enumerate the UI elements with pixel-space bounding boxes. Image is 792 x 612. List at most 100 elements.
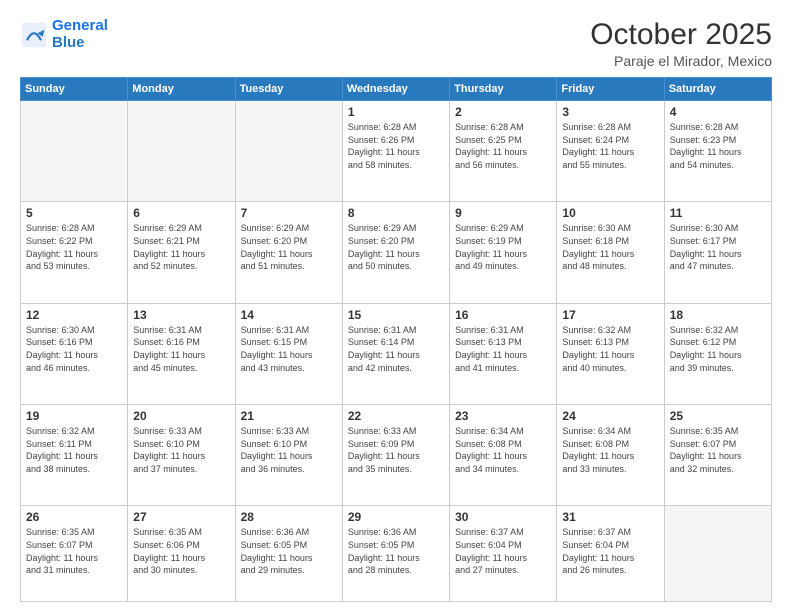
day-number: 31 bbox=[562, 510, 658, 524]
day-info: Sunrise: 6:29 AM Sunset: 6:20 PM Dayligh… bbox=[241, 222, 337, 272]
table-row: 21 Sunrise: 6:33 AM Sunset: 6:10 PM Dayli… bbox=[235, 405, 342, 506]
day-number: 28 bbox=[241, 510, 337, 524]
table-row: 23 Sunrise: 6:34 AM Sunset: 6:08 PM Dayli… bbox=[450, 405, 557, 506]
calendar-week-row: 26 Sunrise: 6:35 AM Sunset: 6:07 PM Dayli… bbox=[21, 506, 772, 602]
day-number: 10 bbox=[562, 206, 658, 220]
day-info: Sunrise: 6:28 AM Sunset: 6:25 PM Dayligh… bbox=[455, 121, 551, 171]
day-number: 21 bbox=[241, 409, 337, 423]
title-block: October 2025 Paraje el Mirador, Mexico bbox=[590, 18, 772, 69]
calendar-header-row: Sunday Monday Tuesday Wednesday Thursday… bbox=[21, 78, 772, 101]
day-number: 8 bbox=[348, 206, 444, 220]
day-number: 23 bbox=[455, 409, 551, 423]
day-info: Sunrise: 6:31 AM Sunset: 6:13 PM Dayligh… bbox=[455, 324, 551, 374]
table-row bbox=[235, 101, 342, 202]
table-row: 20Sunrise: 6:33 AM Sunset: 6:10 PM Dayli… bbox=[128, 405, 235, 506]
day-number: 3 bbox=[562, 105, 658, 119]
table-row: 22Sunrise: 6:33 AM Sunset: 6:09 PM Dayli… bbox=[342, 405, 449, 506]
header: General Blue October 2025 Paraje el Mira… bbox=[20, 18, 772, 69]
calendar-week-row: 19 Sunrise: 6:32 AM Sunset: 6:11 PM Dayli… bbox=[21, 405, 772, 506]
day-number: 22 bbox=[348, 409, 444, 423]
day-number: 16 bbox=[455, 308, 551, 322]
logo-text: General Blue bbox=[52, 18, 108, 51]
day-number: 20 bbox=[133, 409, 229, 423]
calendar-week-row: 5Sunrise: 6:28 AM Sunset: 6:22 PM Daylig… bbox=[21, 202, 772, 303]
day-number: 9 bbox=[455, 206, 551, 220]
table-row: 13 Sunrise: 6:31 AM Sunset: 6:16 PM Dayli… bbox=[128, 303, 235, 404]
location-subtitle: Paraje el Mirador, Mexico bbox=[590, 53, 772, 69]
day-number: 13 bbox=[133, 308, 229, 322]
day-info: Sunrise: 6:28 AM Sunset: 6:24 PM Dayligh… bbox=[562, 121, 658, 171]
day-info: Sunrise: 6:32 AM Sunset: 6:13 PM Dayligh… bbox=[562, 324, 658, 374]
table-row: 6 Sunrise: 6:29 AM Sunset: 6:21 PM Daylig… bbox=[128, 202, 235, 303]
table-row bbox=[664, 506, 771, 602]
day-info: Sunrise: 6:30 AM Sunset: 6:18 PM Dayligh… bbox=[562, 222, 658, 272]
day-number: 11 bbox=[670, 206, 766, 220]
day-info: Sunrise: 6:37 AM Sunset: 6:04 PM Dayligh… bbox=[455, 526, 551, 576]
day-number: 25 bbox=[670, 409, 766, 423]
col-tuesday: Tuesday bbox=[235, 78, 342, 101]
day-info: Sunrise: 6:37 AM Sunset: 6:04 PM Dayligh… bbox=[562, 526, 658, 576]
table-row: 19 Sunrise: 6:32 AM Sunset: 6:11 PM Dayli… bbox=[21, 405, 128, 506]
table-row bbox=[21, 101, 128, 202]
day-number: 12 bbox=[26, 308, 122, 322]
day-info: Sunrise: 6:31 AM Sunset: 6:16 PM Dayligh… bbox=[133, 324, 229, 374]
table-row: 5Sunrise: 6:28 AM Sunset: 6:22 PM Daylig… bbox=[21, 202, 128, 303]
table-row: 16 Sunrise: 6:31 AM Sunset: 6:13 PM Dayli… bbox=[450, 303, 557, 404]
day-number: 15 bbox=[348, 308, 444, 322]
table-row: 15 Sunrise: 6:31 AM Sunset: 6:14 PM Dayli… bbox=[342, 303, 449, 404]
table-row: 29Sunrise: 6:36 AM Sunset: 6:05 PM Dayli… bbox=[342, 506, 449, 602]
day-info: Sunrise: 6:29 AM Sunset: 6:20 PM Dayligh… bbox=[348, 222, 444, 272]
col-saturday: Saturday bbox=[664, 78, 771, 101]
day-info: Sunrise: 6:32 AM Sunset: 6:11 PM Dayligh… bbox=[26, 425, 122, 475]
day-number: 6 bbox=[133, 206, 229, 220]
table-row: 9 Sunrise: 6:29 AM Sunset: 6:19 PM Daylig… bbox=[450, 202, 557, 303]
day-number: 30 bbox=[455, 510, 551, 524]
day-number: 29 bbox=[348, 510, 444, 524]
day-number: 4 bbox=[670, 105, 766, 119]
table-row: 3 Sunrise: 6:28 AM Sunset: 6:24 PM Daylig… bbox=[557, 101, 664, 202]
day-number: 24 bbox=[562, 409, 658, 423]
table-row bbox=[128, 101, 235, 202]
calendar: Sunday Monday Tuesday Wednesday Thursday… bbox=[20, 77, 772, 602]
table-row: 18Sunrise: 6:32 AM Sunset: 6:12 PM Dayli… bbox=[664, 303, 771, 404]
calendar-week-row: 12 Sunrise: 6:30 AM Sunset: 6:16 PM Dayli… bbox=[21, 303, 772, 404]
table-row: 31 Sunrise: 6:37 AM Sunset: 6:04 PM Dayli… bbox=[557, 506, 664, 602]
day-info: Sunrise: 6:36 AM Sunset: 6:05 PM Dayligh… bbox=[241, 526, 337, 576]
day-number: 17 bbox=[562, 308, 658, 322]
day-number: 19 bbox=[26, 409, 122, 423]
table-row: 12 Sunrise: 6:30 AM Sunset: 6:16 PM Dayli… bbox=[21, 303, 128, 404]
day-info: Sunrise: 6:35 AM Sunset: 6:07 PM Dayligh… bbox=[26, 526, 122, 576]
table-row: 8 Sunrise: 6:29 AM Sunset: 6:20 PM Daylig… bbox=[342, 202, 449, 303]
day-info: Sunrise: 6:31 AM Sunset: 6:14 PM Dayligh… bbox=[348, 324, 444, 374]
day-info: Sunrise: 6:30 AM Sunset: 6:17 PM Dayligh… bbox=[670, 222, 766, 272]
table-row: 26 Sunrise: 6:35 AM Sunset: 6:07 PM Dayli… bbox=[21, 506, 128, 602]
calendar-week-row: 1Sunrise: 6:28 AM Sunset: 6:26 PM Daylig… bbox=[21, 101, 772, 202]
day-info: Sunrise: 6:29 AM Sunset: 6:21 PM Dayligh… bbox=[133, 222, 229, 272]
day-info: Sunrise: 6:28 AM Sunset: 6:26 PM Dayligh… bbox=[348, 121, 444, 171]
page: General Blue October 2025 Paraje el Mira… bbox=[0, 0, 792, 612]
day-info: Sunrise: 6:33 AM Sunset: 6:10 PM Dayligh… bbox=[241, 425, 337, 475]
table-row: 24 Sunrise: 6:34 AM Sunset: 6:08 PM Dayli… bbox=[557, 405, 664, 506]
day-number: 14 bbox=[241, 308, 337, 322]
day-info: Sunrise: 6:34 AM Sunset: 6:08 PM Dayligh… bbox=[562, 425, 658, 475]
month-title: October 2025 bbox=[590, 18, 772, 51]
table-row: 7 Sunrise: 6:29 AM Sunset: 6:20 PM Daylig… bbox=[235, 202, 342, 303]
day-info: Sunrise: 6:35 AM Sunset: 6:06 PM Dayligh… bbox=[133, 526, 229, 576]
day-info: Sunrise: 6:29 AM Sunset: 6:19 PM Dayligh… bbox=[455, 222, 551, 272]
logo: General Blue bbox=[20, 18, 108, 51]
table-row: 11 Sunrise: 6:30 AM Sunset: 6:17 PM Dayli… bbox=[664, 202, 771, 303]
col-monday: Monday bbox=[128, 78, 235, 101]
table-row: 2Sunrise: 6:28 AM Sunset: 6:25 PM Daylig… bbox=[450, 101, 557, 202]
day-info: Sunrise: 6:34 AM Sunset: 6:08 PM Dayligh… bbox=[455, 425, 551, 475]
day-number: 7 bbox=[241, 206, 337, 220]
table-row: 30 Sunrise: 6:37 AM Sunset: 6:04 PM Dayli… bbox=[450, 506, 557, 602]
table-row: 27Sunrise: 6:35 AM Sunset: 6:06 PM Dayli… bbox=[128, 506, 235, 602]
col-thursday: Thursday bbox=[450, 78, 557, 101]
day-number: 18 bbox=[670, 308, 766, 322]
day-number: 26 bbox=[26, 510, 122, 524]
day-info: Sunrise: 6:28 AM Sunset: 6:22 PM Dayligh… bbox=[26, 222, 122, 272]
table-row: 14 Sunrise: 6:31 AM Sunset: 6:15 PM Dayli… bbox=[235, 303, 342, 404]
day-info: Sunrise: 6:30 AM Sunset: 6:16 PM Dayligh… bbox=[26, 324, 122, 374]
table-row: 4Sunrise: 6:28 AM Sunset: 6:23 PM Daylig… bbox=[664, 101, 771, 202]
day-info: Sunrise: 6:31 AM Sunset: 6:15 PM Dayligh… bbox=[241, 324, 337, 374]
